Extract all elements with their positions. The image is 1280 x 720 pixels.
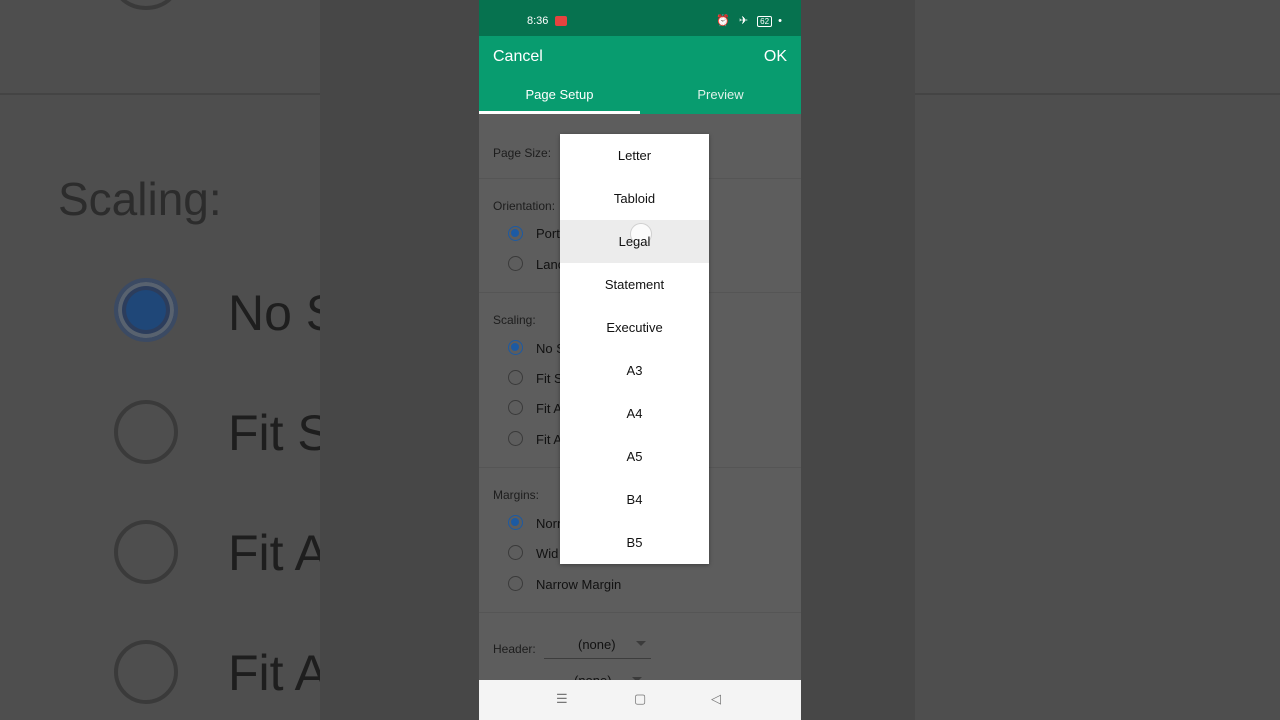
radio-narrow-margin[interactable] (508, 576, 523, 591)
radio-portrait[interactable] (508, 226, 523, 241)
recents-icon[interactable]: ☰ (556, 691, 568, 707)
margins-option-2[interactable]: Wid (536, 546, 558, 561)
page-size-menu: Letter Tabloid Legal Statement Executive… (560, 134, 709, 564)
system-navigation-bar: ☰ ▢ ◁ (479, 680, 801, 720)
margins-label: Margins: (493, 488, 540, 502)
menu-item-statement[interactable]: Statement (560, 263, 709, 306)
margins-option-3[interactable]: Narrow Margin (536, 577, 621, 592)
orientation-option-portrait[interactable]: Port (536, 226, 560, 241)
menu-item-a5[interactable]: A5 (560, 435, 709, 478)
background-radio (114, 520, 178, 584)
radio-wide-margin[interactable] (508, 545, 523, 560)
scaling-option-4[interactable]: Fit A (536, 432, 562, 447)
menu-item-legal[interactable]: Legal (560, 220, 709, 263)
background-option-2: Fit S (228, 405, 320, 461)
header-dropdown-underline (544, 658, 651, 659)
chevron-down-icon (636, 641, 646, 646)
orientation-label: Orientation: (493, 199, 556, 213)
app-bar: Cancel OK Page Setup Preview (479, 36, 801, 114)
radio-normal-margin[interactable] (508, 515, 523, 530)
background-divider (915, 93, 1280, 95)
radio-no-scaling[interactable] (508, 340, 523, 355)
alarm-airplane-icons: ⏰ ✈ (716, 15, 752, 27)
menu-item-tabloid[interactable]: Tabloid (560, 177, 709, 220)
background-option-1: No S (228, 285, 320, 341)
background-radio (114, 400, 178, 464)
radio-landscape[interactable] (508, 256, 523, 271)
divider (479, 612, 801, 613)
menu-item-legal-label: Legal (618, 234, 651, 249)
background-right (915, 0, 1280, 720)
tab-preview[interactable]: Preview (640, 87, 801, 102)
menu-item-a3[interactable]: A3 (560, 349, 709, 392)
battery-icon: 62 (757, 16, 773, 27)
status-time: 8:36 (527, 15, 549, 27)
menu-item-executive[interactable]: Executive (560, 306, 709, 349)
background-radio-top (114, 0, 178, 10)
back-icon[interactable]: ◁ (711, 691, 721, 707)
dot-icon: • (778, 15, 785, 27)
page-size-label: Page Size: (493, 146, 552, 160)
status-bar: 8:36 ⏰ ✈ 62 • (479, 0, 801, 36)
phone-screen: 8:36 ⏰ ✈ 62 • Cancel OK Page Setup Previ… (479, 0, 801, 720)
radio-fit-all-columns[interactable] (508, 400, 523, 415)
background-option-3: Fit A (228, 525, 320, 581)
tab-page-setup[interactable]: Page Setup (479, 87, 640, 102)
menu-item-a4[interactable]: A4 (560, 392, 709, 435)
radio-fit-all-rows[interactable] (508, 431, 523, 446)
battery-level: 62 (760, 17, 770, 26)
home-icon[interactable]: ▢ (634, 691, 646, 707)
background-radio-selected (114, 278, 178, 342)
header-dropdown-value[interactable]: (none) (578, 637, 616, 652)
header-label: Header: (493, 642, 536, 656)
background-radio (114, 640, 178, 704)
ok-button[interactable]: OK (764, 48, 787, 66)
page-setup-content: Page Size: Orientation: Port Lanc Scalin… (479, 114, 801, 688)
background-option-4: Fit A (228, 645, 320, 701)
radio-fit-sheet[interactable] (508, 370, 523, 385)
background-scaling-label: Scaling: (58, 173, 222, 225)
background-left-zoom: Scaling: No S Fit S Fit A Fit A (0, 0, 320, 720)
menu-item-b4[interactable]: B4 (560, 478, 709, 521)
menu-item-letter[interactable]: Letter (560, 134, 709, 177)
cancel-button[interactable]: Cancel (493, 48, 543, 66)
status-icons: ⏰ ✈ 62 • (716, 14, 785, 27)
scaling-option-2[interactable]: Fit S (536, 371, 563, 386)
scaling-option-3[interactable]: Fit A (536, 401, 562, 416)
menu-item-b5[interactable]: B5 (560, 521, 709, 564)
scaling-label: Scaling: (493, 313, 536, 327)
screen-record-icon (555, 16, 567, 26)
background-divider (0, 93, 320, 95)
